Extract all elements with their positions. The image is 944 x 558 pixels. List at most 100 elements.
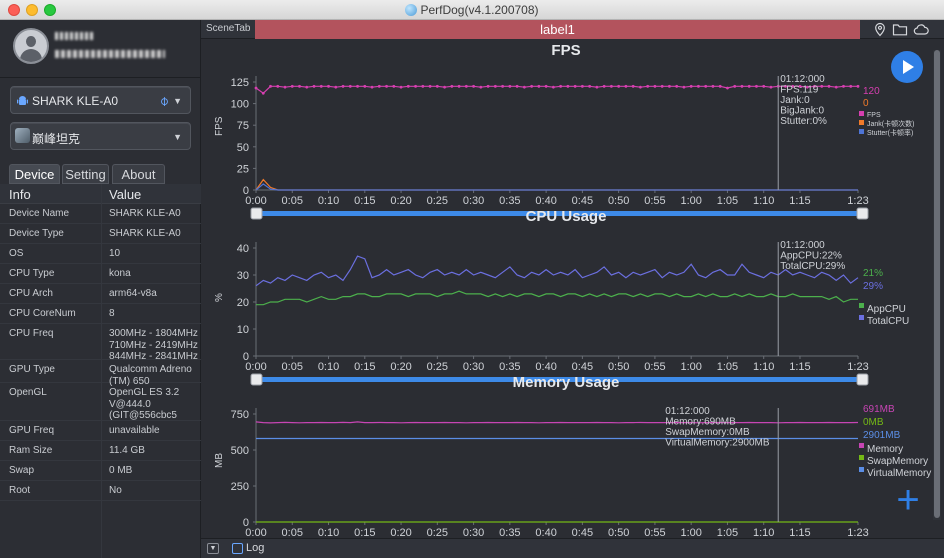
chart-0: FPS FPS 0 25 50 75 100 125 0:00 0:05 0:10 0:15 0:20 0… (201, 42, 933, 232)
row-key: CPU Type (9, 268, 55, 279)
data-point (283, 85, 287, 89)
series-line-1 (255, 178, 858, 191)
data-point (457, 84, 461, 88)
data-point (624, 84, 628, 88)
log-checkbox[interactable] (232, 543, 243, 554)
toolbar-icons (860, 20, 944, 39)
device-select[interactable]: SHARK KLE-A0 ⌀ ▼ (10, 86, 191, 114)
column-divider (101, 184, 102, 558)
data-point (406, 84, 410, 88)
data-point (856, 84, 860, 88)
x-tick-label: 1:05 (717, 361, 738, 373)
data-point (842, 84, 845, 88)
row-key: CPU Freq (9, 328, 54, 339)
y-tick-label: 20 (237, 297, 249, 309)
scrollbar-thumb[interactable] (934, 50, 940, 518)
collapse-toggle-icon[interactable]: ▼ (207, 543, 219, 554)
column-header-info[interactable]: Info (9, 187, 31, 202)
cursor-readout-line: TotalCPU:29% (780, 261, 845, 272)
y-tick-label: 75 (237, 120, 249, 132)
data-point (515, 84, 519, 88)
user-id-redacted (55, 50, 165, 58)
data-point (559, 84, 563, 88)
x-tick-label: 1:00 (680, 361, 701, 373)
cloud-icon[interactable] (913, 22, 929, 37)
row-key: CPU CoreNum (9, 308, 76, 319)
x-tick-label: 0:15 (354, 361, 375, 373)
add-chart-button[interactable]: + (893, 480, 923, 520)
chart-plot: 02505007500:00 0:05 0:10 0:15 0:20 0:25 0:30 0:… (231, 404, 931, 552)
device-select-value: SHARK KLE-A0 (32, 94, 119, 108)
y-tick-label: 10 (237, 324, 249, 336)
data-point (385, 84, 388, 88)
data-point (834, 85, 838, 89)
avatar[interactable] (13, 28, 49, 64)
x-tick-label: 0:05 (282, 195, 303, 207)
column-header-value[interactable]: Value (109, 187, 141, 202)
divider (0, 77, 201, 78)
android-icon (17, 96, 28, 105)
data-point (639, 85, 642, 89)
row-value: 11.4 GB (109, 445, 145, 456)
folder-icon[interactable] (892, 22, 908, 37)
data-point (530, 84, 534, 88)
current-value: 29% (863, 281, 883, 292)
data-point (348, 84, 352, 88)
data-point (370, 85, 374, 89)
scene-tab[interactable]: SceneTab (201, 20, 255, 39)
label-bar[interactable]: label1 (255, 20, 860, 39)
sidebar: SHARK KLE-A0 ⌀ ▼ 巅峰坦克 ▼ Device Setting A… (0, 20, 201, 558)
legend-swatch (859, 467, 864, 472)
data-point (479, 85, 483, 89)
tab-device[interactable]: Device (9, 164, 60, 184)
tab-about[interactable]: About (112, 164, 165, 184)
row-key: OS (9, 248, 24, 259)
row-value: SHARK KLE-A0 (109, 208, 181, 219)
play-button[interactable] (891, 51, 923, 83)
x-tick-label: 0:35 (499, 195, 520, 207)
data-point (660, 84, 664, 88)
data-point (566, 84, 570, 88)
tab-setting[interactable]: Setting (62, 164, 109, 184)
x-tick-label: 1:23 (847, 195, 868, 207)
row-key: CPU Arch (9, 288, 53, 299)
app-select[interactable]: 巅峰坦克 ▼ (10, 122, 191, 150)
cursor-readout-line: 01:12:000 (665, 406, 710, 417)
data-point (668, 84, 671, 88)
cursor-readout-line: BigJank:0 (780, 106, 824, 117)
x-tick-label: 1:05 (717, 195, 738, 207)
vertical-scrollbar[interactable] (933, 50, 941, 520)
data-point (718, 84, 722, 88)
data-point (305, 85, 309, 89)
data-point (682, 85, 686, 89)
data-point (501, 84, 505, 88)
row-value: unavailable (109, 425, 160, 436)
chevron-down-icon: ▼ (173, 132, 182, 142)
cursor-readout-line: Memory:690MB (665, 417, 736, 428)
y-tick-label: 750 (231, 409, 249, 421)
plus-icon: + (896, 478, 920, 522)
chart-1: CPU Usage% 0 10 20 30 40 0:00 0:05 0:10 0:15 0:20 0… (201, 208, 933, 398)
legend-label: Memory (867, 444, 903, 455)
x-tick-label: 0:30 (463, 195, 484, 207)
legend-label: FPS (867, 112, 881, 119)
x-tick-label: 0:10 (318, 361, 339, 373)
y-tick-label: 25 (237, 163, 249, 175)
legend-label: SwapMemory (867, 456, 928, 467)
cursor-readout-line: AppCPU:22% (780, 251, 842, 262)
data-point (573, 84, 577, 88)
location-icon[interactable] (872, 22, 888, 37)
series-line-1 (255, 255, 859, 287)
usb-link-icon[interactable]: ⌀ (156, 93, 173, 110)
y-tick-label: 30 (237, 270, 249, 282)
data-point (827, 84, 831, 88)
legend-label: AppCPU (867, 304, 906, 315)
x-tick-label: 0:20 (390, 195, 411, 207)
data-point (428, 84, 432, 88)
row-value: arm64-v8a (109, 288, 157, 299)
row-key: Swap (9, 465, 35, 476)
row-value: 0 MB (109, 465, 133, 476)
row-key: Root (9, 485, 31, 496)
data-point (580, 84, 584, 88)
row-value: 10 (109, 248, 121, 259)
